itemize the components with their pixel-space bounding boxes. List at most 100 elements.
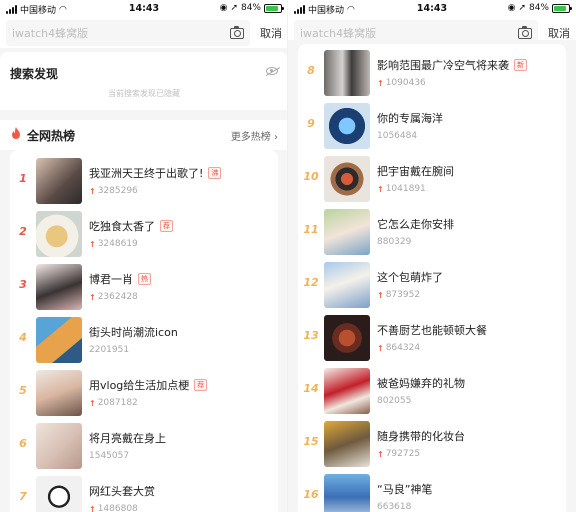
search-input[interactable] [300,26,518,40]
item-title: 把宇宙戴在腕间 [377,165,454,178]
item-count-row: 1056484 [377,131,417,141]
item-count-row: ↑ 792725 [377,449,420,459]
rank-number: 13 [303,329,319,342]
hot-list-item[interactable]: 12 这个包萌炸了 ↑ 873952 [298,262,566,308]
rank-number: 7 [19,490,27,503]
item-count: 2087182 [97,398,138,408]
battery-icon [264,3,284,13]
rank-number: 9 [307,117,315,130]
item-thumbnail [324,368,370,414]
hot-list-item[interactable]: 5 用vlog给生活加点梗荐 ↑ 2087182 [10,370,278,416]
item-badge: 新 [514,59,527,71]
hot-list-item[interactable]: 14 被爸妈嫌弃的礼物 802055 [298,368,566,414]
item-count: 2362428 [97,292,138,302]
status-right: ◉ ➚ 84% [219,3,284,13]
rank-number: 8 [307,64,315,77]
item-title: “马良”神笔 [377,483,433,496]
more-hot-link[interactable]: 更多热榜 › [231,128,278,143]
trend-up-icon: ↑ [377,184,384,194]
cancel-button[interactable]: 取消 [548,25,570,41]
battery-percent: 84% [240,3,261,13]
eye-hidden-icon[interactable] [266,67,278,75]
hot-list-item[interactable]: 7 网红头套大赏 ↑ 1486808 [10,476,278,512]
item-count: 873952 [385,290,421,300]
item-count-row: ↑ 3248619 [89,239,138,249]
item-count: 2201951 [89,345,130,355]
trend-up-icon: ↑ [89,504,96,512]
item-title: 它怎么走你安排 [377,218,454,231]
item-count-row: ↑ 1090436 [377,78,426,88]
rotation-lock-icon: ◉ [219,3,228,13]
rank-number: 16 [303,488,319,501]
item-count-row: ↑ 864324 [377,343,420,353]
trend-up-icon: ↑ [377,290,384,300]
item-badge: 沸 [208,167,222,179]
rank-number: 12 [303,276,319,289]
hot-list-item[interactable]: 15 随身携带的化妆台 ↑ 792725 [298,421,566,467]
item-title-row: 你的专属海洋 [377,110,443,126]
search-box[interactable] [6,20,250,46]
search-input[interactable] [12,26,230,40]
item-thumbnail [324,315,370,361]
item-title: 街头时尚潮流icon [89,326,178,339]
rank-number: 3 [19,278,27,291]
hot-list-item[interactable]: 2 吃独食太香了荐 ↑ 3248619 [10,211,278,257]
location-icon: ➚ [230,3,238,13]
hot-list-item[interactable]: 3 博君一肖热 ↑ 2362428 [10,264,278,310]
item-count-row: 2201951 [89,345,129,355]
hot-list-item[interactable]: 8 影响范围最广冷空气将来袭新 ↑ 1090436 [298,50,566,96]
rank-number: 2 [19,225,27,238]
trend-up-icon: ↑ [89,239,96,249]
item-title-row: 网红头套大赏 [89,483,155,499]
rank-number: 6 [19,437,27,450]
item-title: 用vlog给生活加点梗 [89,379,190,392]
hot-list-item[interactable]: 11 它怎么走你安排 880329 [298,209,566,255]
hot-list-item[interactable]: 4 街头时尚潮流icon 2201951 [10,317,278,363]
camera-icon[interactable] [518,25,532,39]
item-title-row: 它怎么走你安排 [377,216,454,232]
camera-icon[interactable] [230,25,244,39]
hot-list-item[interactable]: 1 我亚洲天王终于出歌了! 沸 ↑ 3285296 [10,158,278,204]
trend-up-icon: ↑ [89,292,96,302]
item-count: 1041891 [385,184,426,194]
location-icon: ➚ [518,3,526,13]
rank-number: 10 [303,170,319,183]
hot-list-item[interactable]: 9 你的专属海洋 1056484 [298,103,566,149]
discover-hidden-note: 当前搜索发现已隐藏 [108,89,180,98]
hot-list-item[interactable]: 13 不善厨艺也能顿顿大餐 ↑ 864324 [298,315,566,361]
item-thumbnail [36,264,82,310]
rank-number: 1 [19,172,27,185]
hot-list-item[interactable]: 16 “马良”神笔 663618 [298,474,566,512]
item-count: 1090436 [385,78,426,88]
item-count-row: ↑ 2362428 [89,292,138,302]
item-count: 864324 [385,343,421,353]
rotation-lock-icon: ◉ [507,3,516,13]
item-count: 1056484 [377,131,418,141]
trend-up-icon: ↑ [377,78,384,88]
item-title: 网红头套大赏 [89,485,155,498]
hot-list-item[interactable]: 6 将月亮戴在身上 1545057 [10,423,278,469]
item-thumbnail [324,421,370,467]
hot-list-header: 全网热榜 更多热榜 › [0,120,288,150]
item-badge: 荐 [194,379,208,391]
item-count: 792725 [385,449,421,459]
hot-list-item[interactable]: 10 把宇宙戴在腕间 ↑ 1041891 [298,156,566,202]
item-count: 3285296 [97,186,138,196]
item-title-row: 我亚洲天王终于出歌了! 沸 [89,165,222,181]
item-title-row: 将月亮戴在身上 [89,430,166,446]
item-title: 我亚洲天王终于出歌了! [89,167,204,180]
item-thumbnail [324,209,370,255]
item-thumbnail [36,158,82,204]
status-right: ◉ ➚ 84% [507,3,572,13]
item-count-row: 880329 [377,237,411,247]
item-thumbnail [36,476,82,512]
item-count-row: ↑ 3285296 [89,186,138,196]
item-thumbnail [324,262,370,308]
item-title: 你的专属海洋 [377,112,443,125]
cancel-button[interactable]: 取消 [260,25,282,41]
battery-icon [552,3,572,13]
discover-title: 搜索发现 [10,67,59,81]
item-count: 1486808 [97,504,138,512]
item-title-row: 吃独食太香了荐 [89,218,173,234]
item-thumbnail [324,103,370,149]
